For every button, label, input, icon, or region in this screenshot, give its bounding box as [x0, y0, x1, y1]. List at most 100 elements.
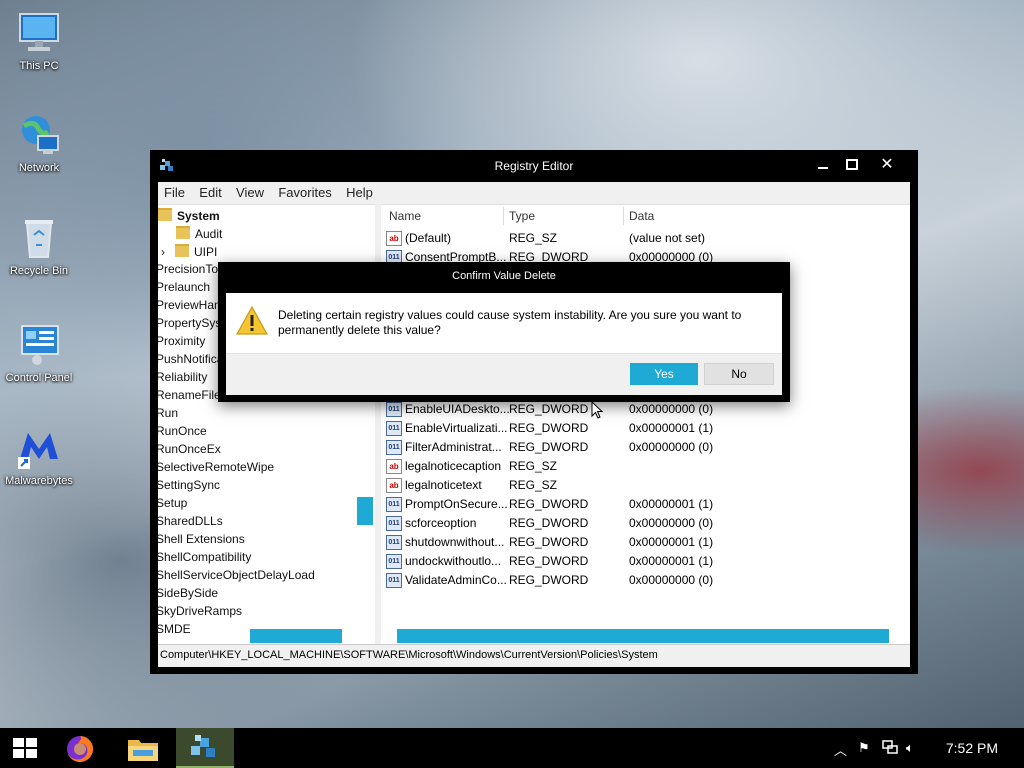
- tree-item[interactable]: Shell Extensions: [158, 532, 245, 546]
- dword-value-icon: 011: [386, 421, 402, 436]
- value-row[interactable]: 011 FilterAdministrat... REG_DWORD 0x000…: [386, 438, 906, 457]
- column-header-name[interactable]: Name: [389, 209, 421, 223]
- close-icon: ✕: [880, 156, 894, 173]
- column-divider[interactable]: [623, 207, 624, 225]
- close-button[interactable]: ✕: [874, 154, 900, 176]
- taskbar-file-explorer[interactable]: [116, 728, 174, 768]
- mouse-pointer-icon: [591, 400, 604, 422]
- menu-favorites[interactable]: Favorites: [272, 182, 336, 200]
- desktop-icon-label: Recycle Bin: [9, 265, 69, 277]
- tree-item[interactable]: RenameFiles: [158, 388, 227, 402]
- file-explorer-icon: [127, 736, 159, 765]
- folder-icon: [176, 226, 190, 239]
- tree-item-selected[interactable]: System: [158, 208, 220, 223]
- desktop-icon-recycle-bin[interactable]: Recycle Bin: [2, 215, 76, 277]
- column-header-type[interactable]: Type: [509, 209, 535, 223]
- tree-item[interactable]: Reliability: [158, 370, 207, 384]
- tree-vertical-scrollbar-thumb[interactable]: [357, 497, 373, 525]
- show-hidden-icons-chevron-icon[interactable]: ︿: [834, 740, 847, 759]
- dword-value-icon: 011: [386, 497, 402, 512]
- maximize-icon: [846, 159, 858, 171]
- tree-item[interactable]: Setup: [158, 496, 187, 510]
- menu-file[interactable]: File: [158, 182, 190, 200]
- value-row[interactable]: 011 ValidateAdminCo... REG_DWORD 0x00000…: [386, 571, 906, 590]
- tree-item[interactable]: ShellCompatibility: [158, 550, 251, 564]
- network-globe-icon: [16, 112, 62, 158]
- tree-item[interactable]: SideBySide: [158, 586, 218, 600]
- tree-item[interactable]: SMDE: [158, 622, 191, 636]
- tree-item[interactable]: › UIPI: [161, 244, 217, 259]
- value-row[interactable]: 011 EnableUIADeskto... REG_DWORD 0x00000…: [386, 400, 906, 419]
- clock[interactable]: 7:52 PM: [946, 740, 998, 756]
- desktop-icon-malwarebytes[interactable]: Malwarebytes: [2, 425, 76, 487]
- tree-item[interactable]: Proximity: [158, 334, 205, 348]
- tree-item[interactable]: PrecisionTou: [158, 262, 225, 276]
- registry-editor-icon: [189, 733, 219, 766]
- no-button[interactable]: No: [704, 363, 774, 385]
- desktop-icon-network[interactable]: Network: [2, 112, 76, 174]
- start-button[interactable]: [0, 728, 58, 768]
- dword-value-icon: 011: [386, 573, 402, 588]
- values-horizontal-scrollbar-thumb[interactable]: [397, 629, 889, 643]
- taskbar-firefox[interactable]: [52, 728, 110, 768]
- string-value-icon: ab: [386, 478, 402, 493]
- value-row[interactable]: 011 PromptOnSecure... REG_DWORD 0x000000…: [386, 495, 906, 514]
- value-row[interactable]: 011 scforceoption REG_DWORD 0x00000000 (…: [386, 514, 906, 533]
- desktop-icon-label: This PC: [19, 60, 59, 72]
- tree-item[interactable]: SharedDLLs: [158, 514, 223, 528]
- tree-item[interactable]: Audit: [176, 226, 222, 241]
- dialog-footer: Yes No: [226, 353, 782, 395]
- menu-help[interactable]: Help: [340, 182, 378, 200]
- network-tray-icon[interactable]: [882, 740, 898, 757]
- column-divider[interactable]: [503, 207, 504, 225]
- dialog-title: Confirm Value Delete: [452, 270, 556, 282]
- dword-value-icon: 011: [386, 402, 402, 417]
- tree-item[interactable]: ShellServiceObjectDelayLoad: [158, 568, 315, 582]
- recycle-bin-icon: [16, 215, 62, 261]
- tree-item[interactable]: Prelaunch: [158, 280, 210, 294]
- tree-item[interactable]: RunOnce: [158, 424, 207, 438]
- action-flag-icon[interactable]: ⚑: [858, 740, 870, 756]
- minimize-button[interactable]: [810, 154, 836, 176]
- tree-horizontal-scrollbar-thumb[interactable]: [250, 629, 342, 643]
- tree-item[interactable]: SkyDriveRamps: [158, 604, 242, 618]
- tree-item[interactable]: PropertySys: [158, 316, 221, 330]
- maximize-button[interactable]: [839, 154, 865, 176]
- dialog-body: Deleting certain registry values could c…: [226, 293, 782, 353]
- computer-icon: [16, 10, 62, 56]
- title-bar[interactable]: Registry Editor ✕: [150, 150, 918, 182]
- desktop-icon-label: Malwarebytes: [5, 475, 73, 487]
- desktop-icon-control-panel[interactable]: Control Panel: [2, 322, 76, 384]
- value-row[interactable]: ab (Default) REG_SZ (value not set): [386, 229, 906, 248]
- value-row[interactable]: 011 EnableVirtualizati... REG_DWORD 0x00…: [386, 419, 906, 438]
- tree-item[interactable]: SelectiveRemoteWipe: [158, 460, 274, 474]
- column-header-data[interactable]: Data: [629, 209, 654, 223]
- desktop-icon-this-pc[interactable]: This PC: [2, 10, 76, 72]
- value-row[interactable]: ab legalnoticecaption REG_SZ: [386, 457, 906, 476]
- tree-item[interactable]: Run: [158, 406, 178, 420]
- value-row[interactable]: 011 shutdownwithout... REG_DWORD 0x00000…: [386, 533, 906, 552]
- menu-view[interactable]: View: [230, 182, 269, 200]
- string-value-icon: ab: [386, 459, 402, 474]
- desktop-icon-label: Control Panel: [5, 372, 73, 384]
- minimize-icon: [818, 166, 828, 169]
- yes-button[interactable]: Yes: [630, 363, 698, 385]
- taskbar-registry-editor[interactable]: [176, 728, 234, 768]
- tree-item[interactable]: PushNotifica: [158, 352, 223, 366]
- expand-chevron-icon[interactable]: ›: [161, 245, 165, 259]
- firefox-icon: [65, 734, 95, 767]
- tree-item[interactable]: PreviewHand: [158, 298, 227, 312]
- volume-icon[interactable]: 🔈︎: [906, 740, 914, 756]
- confirm-delete-dialog: Confirm Value Delete Deleting certain re…: [218, 262, 790, 402]
- tree-item[interactable]: SettingSync: [158, 478, 220, 492]
- status-bar: Computer\HKEY_LOCAL_MACHINE\SOFTWARE\Mic…: [158, 644, 910, 667]
- string-value-icon: ab: [386, 231, 402, 246]
- tree-item[interactable]: RunOnceEx: [158, 442, 221, 456]
- dword-value-icon: 011: [386, 440, 402, 455]
- value-row[interactable]: 011 undockwithoutlo... REG_DWORD 0x00000…: [386, 552, 906, 571]
- window-title: Registry Editor: [494, 159, 574, 173]
- menu-edit[interactable]: Edit: [193, 182, 226, 200]
- control-panel-icon: [16, 322, 62, 368]
- windows-logo-icon: [13, 738, 37, 761]
- value-row[interactable]: ab legalnoticetext REG_SZ: [386, 476, 906, 495]
